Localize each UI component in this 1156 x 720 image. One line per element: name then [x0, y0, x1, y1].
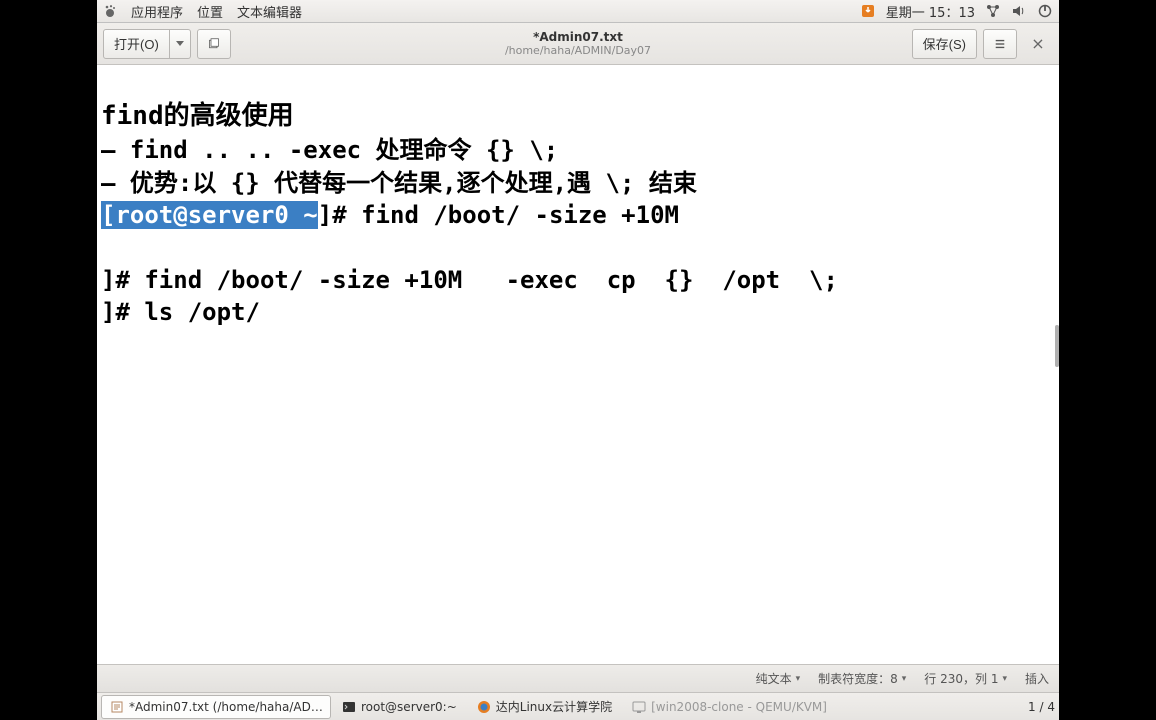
download-icon[interactable]	[860, 3, 876, 19]
taskbar-item-firefox[interactable]: 达内Linux云计算学院	[468, 695, 621, 719]
clock[interactable]: 星期一 15：13	[886, 2, 975, 21]
tabwidth-label: 制表符宽度：8	[818, 670, 898, 687]
editor-line: ]# find /boot/ -size +10M	[318, 201, 679, 229]
chevron-down-icon: ▾	[902, 674, 907, 684]
taskbar-item-label: [win2008-clone - QEMU/KVM]	[651, 700, 827, 714]
open-button-group: 打开(O)	[103, 29, 191, 59]
hamburger-menu-button[interactable]	[983, 29, 1017, 59]
editor-selection: [root@server0 ~	[101, 201, 318, 229]
workspace-pager[interactable]: 1 / 4	[1028, 700, 1055, 714]
menubar: 应用程序 位置 文本编辑器 星期一 15：13	[97, 0, 1059, 23]
editor-line: ]# find /boot/ -size +10M -exec cp {} /o…	[101, 266, 838, 294]
menu-locations[interactable]: 位置	[197, 2, 223, 21]
chevron-down-icon: ▾	[1002, 674, 1007, 684]
editor-line: find的高级使用	[101, 101, 294, 131]
editor-area[interactable]: find的高级使用 – find .. .. -exec 处理命令 {} \; …	[97, 65, 1059, 664]
menu-texteditor[interactable]: 文本编辑器	[237, 2, 302, 21]
recent-icon	[208, 36, 220, 52]
taskbar: *Admin07.txt (/home/haha/AD… root@server…	[97, 692, 1059, 720]
pager-label: 1 / 4	[1028, 700, 1055, 714]
window-title: *Admin07.txt	[505, 30, 651, 44]
gnome-foot-icon	[103, 4, 117, 18]
save-button[interactable]: 保存(S)	[912, 29, 977, 59]
taskbar-item-label: root@server0:~	[361, 700, 457, 714]
taskbar-item-terminal[interactable]: root@server0:~	[333, 695, 466, 719]
position-label: 行 230，列 1	[924, 670, 998, 687]
taskbar-item-gedit[interactable]: *Admin07.txt (/home/haha/AD…	[101, 695, 331, 719]
recent-button[interactable]	[197, 29, 231, 59]
statusbar: 纯文本 ▾ 制表符宽度：8 ▾ 行 230，列 1 ▾ 插入	[97, 664, 1059, 692]
menu-applications[interactable]: 应用程序	[131, 2, 183, 21]
taskbar-item-label: 达内Linux云计算学院	[496, 698, 612, 715]
gedit-icon	[110, 700, 124, 714]
syntax-label: 纯文本	[756, 670, 792, 687]
cursor-position[interactable]: 行 230，列 1 ▾	[924, 670, 1007, 687]
close-button[interactable]: ×	[1023, 34, 1053, 53]
taskbar-item-label: *Admin07.txt (/home/haha/AD…	[129, 700, 323, 714]
firefox-icon	[477, 700, 491, 714]
taskbar-item-vm[interactable]: [win2008-clone - QEMU/KVM]	[623, 695, 836, 719]
scrollbar-thumb[interactable]	[1055, 325, 1059, 367]
editor-line: – 优势:以 {} 代替每一个结果,逐个处理,遇 \; 结束	[101, 169, 697, 197]
editor-line: – find .. .. -exec 处理命令 {} \;	[101, 136, 558, 164]
window-toolbar: 打开(O) *Admin07.txt /home/haha/ADMIN/Day0…	[97, 23, 1059, 65]
power-icon[interactable]	[1037, 3, 1053, 19]
hamburger-icon	[994, 37, 1006, 51]
chevron-down-icon: ▾	[796, 674, 801, 684]
vm-icon	[632, 700, 646, 714]
syntax-selector[interactable]: 纯文本 ▾	[756, 670, 801, 687]
open-dropdown[interactable]	[170, 29, 191, 59]
tabwidth-selector[interactable]: 制表符宽度：8 ▾	[818, 670, 906, 687]
open-button[interactable]: 打开(O)	[103, 29, 170, 59]
editor-line: ]# ls /opt/	[101, 298, 260, 326]
insert-mode: 插入	[1025, 670, 1049, 687]
volume-icon[interactable]	[1011, 3, 1027, 19]
terminal-icon	[342, 700, 356, 714]
network-icon[interactable]	[985, 3, 1001, 19]
window-subtitle: /home/haha/ADMIN/Day07	[505, 44, 651, 57]
title-block: *Admin07.txt /home/haha/ADMIN/Day07	[505, 30, 651, 57]
